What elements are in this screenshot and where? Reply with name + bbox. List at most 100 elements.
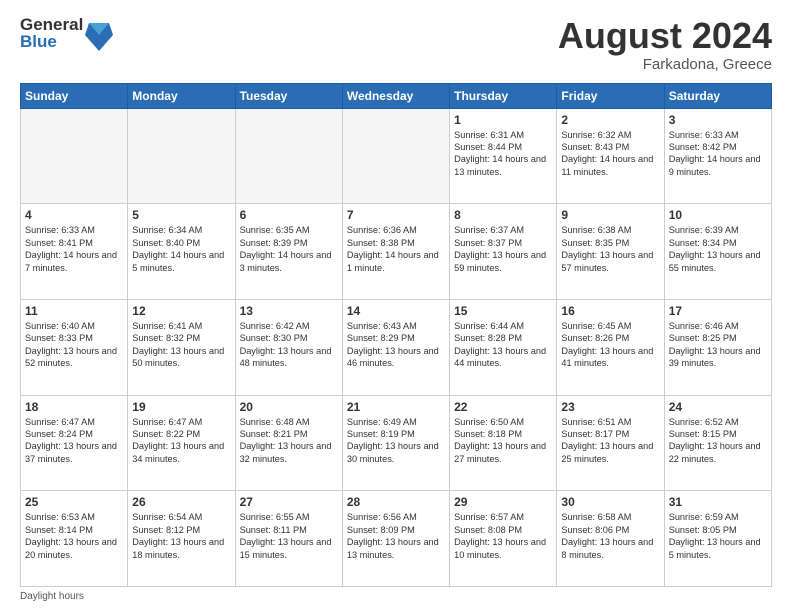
day-info: Sunrise: 6:35 AMSunset: 8:39 PMDaylight:…	[240, 224, 338, 274]
calendar-day: 24 Sunrise: 6:52 AMSunset: 8:15 PMDaylig…	[664, 395, 771, 491]
day-info: Sunrise: 6:49 AMSunset: 8:19 PMDaylight:…	[347, 416, 445, 466]
footer-note: Daylight hours	[20, 591, 772, 602]
day-number: 12	[132, 304, 230, 318]
day-number: 14	[347, 304, 445, 318]
day-number: 26	[132, 495, 230, 509]
day-number: 31	[669, 495, 767, 509]
calendar-day: 28 Sunrise: 6:56 AMSunset: 8:09 PMDaylig…	[342, 491, 449, 587]
day-info: Sunrise: 6:52 AMSunset: 8:15 PMDaylight:…	[669, 416, 767, 466]
location-subtitle: Farkadona, Greece	[558, 56, 772, 73]
calendar-day: 11 Sunrise: 6:40 AMSunset: 8:33 PMDaylig…	[21, 299, 128, 395]
day-info: Sunrise: 6:45 AMSunset: 8:26 PMDaylight:…	[561, 320, 659, 370]
day-number: 7	[347, 208, 445, 222]
day-info: Sunrise: 6:33 AMSunset: 8:42 PMDaylight:…	[669, 129, 767, 179]
day-number: 6	[240, 208, 338, 222]
calendar-week-1: 1 Sunrise: 6:31 AMSunset: 8:44 PMDayligh…	[21, 108, 772, 204]
day-info: Sunrise: 6:51 AMSunset: 8:17 PMDaylight:…	[561, 416, 659, 466]
day-info: Sunrise: 6:44 AMSunset: 8:28 PMDaylight:…	[454, 320, 552, 370]
calendar-day: 14 Sunrise: 6:43 AMSunset: 8:29 PMDaylig…	[342, 299, 449, 395]
day-info: Sunrise: 6:32 AMSunset: 8:43 PMDaylight:…	[561, 129, 659, 179]
day-info: Sunrise: 6:41 AMSunset: 8:32 PMDaylight:…	[132, 320, 230, 370]
calendar-day: 22 Sunrise: 6:50 AMSunset: 8:18 PMDaylig…	[450, 395, 557, 491]
day-number: 9	[561, 208, 659, 222]
day-number: 21	[347, 400, 445, 414]
calendar-day: 7 Sunrise: 6:36 AMSunset: 8:38 PMDayligh…	[342, 204, 449, 300]
calendar-week-3: 11 Sunrise: 6:40 AMSunset: 8:33 PMDaylig…	[21, 299, 772, 395]
day-number: 18	[25, 400, 123, 414]
header-sunday: Sunday	[21, 83, 128, 108]
day-info: Sunrise: 6:58 AMSunset: 8:06 PMDaylight:…	[561, 511, 659, 561]
day-number: 24	[669, 400, 767, 414]
calendar-week-2: 4 Sunrise: 6:33 AMSunset: 8:41 PMDayligh…	[21, 204, 772, 300]
day-number: 13	[240, 304, 338, 318]
calendar-day	[342, 108, 449, 204]
day-info: Sunrise: 6:57 AMSunset: 8:08 PMDaylight:…	[454, 511, 552, 561]
day-number: 2	[561, 113, 659, 127]
day-info: Sunrise: 6:56 AMSunset: 8:09 PMDaylight:…	[347, 511, 445, 561]
calendar-day: 9 Sunrise: 6:38 AMSunset: 8:35 PMDayligh…	[557, 204, 664, 300]
calendar-week-5: 25 Sunrise: 6:53 AMSunset: 8:14 PMDaylig…	[21, 491, 772, 587]
weekday-header-row: Sunday Monday Tuesday Wednesday Thursday…	[21, 83, 772, 108]
calendar-day: 18 Sunrise: 6:47 AMSunset: 8:24 PMDaylig…	[21, 395, 128, 491]
calendar-day: 27 Sunrise: 6:55 AMSunset: 8:11 PMDaylig…	[235, 491, 342, 587]
day-info: Sunrise: 6:50 AMSunset: 8:18 PMDaylight:…	[454, 416, 552, 466]
calendar-day: 17 Sunrise: 6:46 AMSunset: 8:25 PMDaylig…	[664, 299, 771, 395]
day-number: 17	[669, 304, 767, 318]
day-number: 20	[240, 400, 338, 414]
day-info: Sunrise: 6:47 AMSunset: 8:24 PMDaylight:…	[25, 416, 123, 466]
day-number: 3	[669, 113, 767, 127]
calendar-day: 3 Sunrise: 6:33 AMSunset: 8:42 PMDayligh…	[664, 108, 771, 204]
calendar-day: 8 Sunrise: 6:37 AMSunset: 8:37 PMDayligh…	[450, 204, 557, 300]
calendar-day: 1 Sunrise: 6:31 AMSunset: 8:44 PMDayligh…	[450, 108, 557, 204]
day-number: 8	[454, 208, 552, 222]
day-info: Sunrise: 6:36 AMSunset: 8:38 PMDaylight:…	[347, 224, 445, 274]
day-number: 30	[561, 495, 659, 509]
calendar-day: 20 Sunrise: 6:48 AMSunset: 8:21 PMDaylig…	[235, 395, 342, 491]
day-info: Sunrise: 6:31 AMSunset: 8:44 PMDaylight:…	[454, 129, 552, 179]
logo-icon	[85, 19, 105, 47]
day-info: Sunrise: 6:46 AMSunset: 8:25 PMDaylight:…	[669, 320, 767, 370]
day-number: 1	[454, 113, 552, 127]
day-info: Sunrise: 6:39 AMSunset: 8:34 PMDaylight:…	[669, 224, 767, 274]
day-info: Sunrise: 6:59 AMSunset: 8:05 PMDaylight:…	[669, 511, 767, 561]
calendar-table: Sunday Monday Tuesday Wednesday Thursday…	[20, 83, 772, 587]
day-info: Sunrise: 6:55 AMSunset: 8:11 PMDaylight:…	[240, 511, 338, 561]
day-number: 5	[132, 208, 230, 222]
header-friday: Friday	[557, 83, 664, 108]
calendar-day	[128, 108, 235, 204]
day-info: Sunrise: 6:42 AMSunset: 8:30 PMDaylight:…	[240, 320, 338, 370]
day-number: 11	[25, 304, 123, 318]
header-wednesday: Wednesday	[342, 83, 449, 108]
page: General Blue August 2024 Farkadona, Gree…	[0, 0, 792, 612]
calendar-day: 21 Sunrise: 6:49 AMSunset: 8:19 PMDaylig…	[342, 395, 449, 491]
header-monday: Monday	[128, 83, 235, 108]
day-info: Sunrise: 6:53 AMSunset: 8:14 PMDaylight:…	[25, 511, 123, 561]
calendar-day: 2 Sunrise: 6:32 AMSunset: 8:43 PMDayligh…	[557, 108, 664, 204]
header-thursday: Thursday	[450, 83, 557, 108]
day-info: Sunrise: 6:43 AMSunset: 8:29 PMDaylight:…	[347, 320, 445, 370]
header: General Blue August 2024 Farkadona, Gree…	[20, 16, 772, 73]
day-number: 28	[347, 495, 445, 509]
day-info: Sunrise: 6:38 AMSunset: 8:35 PMDaylight:…	[561, 224, 659, 274]
day-number: 27	[240, 495, 338, 509]
day-number: 23	[561, 400, 659, 414]
day-info: Sunrise: 6:34 AMSunset: 8:40 PMDaylight:…	[132, 224, 230, 274]
calendar-day: 10 Sunrise: 6:39 AMSunset: 8:34 PMDaylig…	[664, 204, 771, 300]
title-block: August 2024 Farkadona, Greece	[558, 16, 772, 73]
day-info: Sunrise: 6:47 AMSunset: 8:22 PMDaylight:…	[132, 416, 230, 466]
calendar-day: 5 Sunrise: 6:34 AMSunset: 8:40 PMDayligh…	[128, 204, 235, 300]
calendar-day: 16 Sunrise: 6:45 AMSunset: 8:26 PMDaylig…	[557, 299, 664, 395]
day-info: Sunrise: 6:48 AMSunset: 8:21 PMDaylight:…	[240, 416, 338, 466]
logo-text: General Blue	[20, 16, 83, 50]
month-title: August 2024	[558, 16, 772, 56]
day-info: Sunrise: 6:40 AMSunset: 8:33 PMDaylight:…	[25, 320, 123, 370]
calendar-day: 4 Sunrise: 6:33 AMSunset: 8:41 PMDayligh…	[21, 204, 128, 300]
calendar-day: 30 Sunrise: 6:58 AMSunset: 8:06 PMDaylig…	[557, 491, 664, 587]
day-info: Sunrise: 6:33 AMSunset: 8:41 PMDaylight:…	[25, 224, 123, 274]
calendar-day: 31 Sunrise: 6:59 AMSunset: 8:05 PMDaylig…	[664, 491, 771, 587]
calendar-day	[21, 108, 128, 204]
logo-blue: Blue	[20, 33, 83, 50]
calendar-week-4: 18 Sunrise: 6:47 AMSunset: 8:24 PMDaylig…	[21, 395, 772, 491]
day-number: 15	[454, 304, 552, 318]
header-tuesday: Tuesday	[235, 83, 342, 108]
